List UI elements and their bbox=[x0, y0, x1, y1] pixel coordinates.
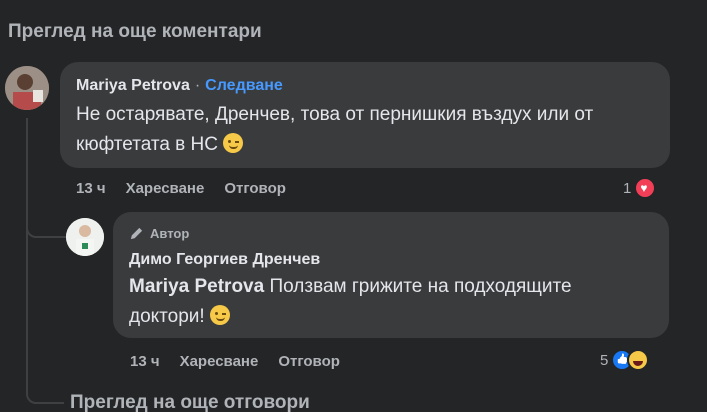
view-more-comments-link[interactable]: Преглед на още коментари bbox=[8, 21, 262, 43]
reply-text: Mariya Petrova Ползвам грижите на подход… bbox=[129, 276, 572, 327]
comment-timestamp[interactable]: 13 ч bbox=[76, 180, 106, 197]
follow-button[interactable]: Следване bbox=[205, 77, 283, 95]
reply-actions: 13 ч Харесване Отговор bbox=[130, 353, 340, 370]
like-button[interactable]: Харесване bbox=[180, 353, 259, 370]
reaction-summary[interactable]: 1 bbox=[623, 177, 657, 199]
heart-icon bbox=[634, 177, 657, 199]
avatar[interactable] bbox=[5, 66, 49, 110]
view-more-replies-link[interactable]: Преглед на още отговори bbox=[70, 392, 310, 412]
pencil-icon bbox=[130, 227, 143, 240]
reply-timestamp[interactable]: 13 ч bbox=[130, 353, 160, 370]
reply-bubble: Автор Димо Георгиев Дренчев Mariya Petro… bbox=[113, 212, 669, 338]
reaction-count: 1 bbox=[623, 179, 632, 197]
winking-face-icon bbox=[223, 133, 244, 153]
comment-actions: 13 ч Харесване Отговор bbox=[76, 180, 286, 197]
reply-author[interactable]: Димо Георгиев Дренчев bbox=[129, 251, 320, 269]
haha-icon bbox=[627, 349, 650, 371]
reply-button[interactable]: Отговор bbox=[224, 180, 286, 197]
reaction-count: 5 bbox=[600, 351, 609, 369]
reaction-summary[interactable]: 5 bbox=[600, 349, 650, 371]
winking-face-icon bbox=[209, 305, 230, 325]
comment-bubble: Mariya Petrova · Следване Не остарявате,… bbox=[60, 62, 670, 168]
comment-text: Не остарявате, Дренчев, това от пернишки… bbox=[76, 104, 594, 155]
thread-line bbox=[26, 118, 28, 390]
separator-dot: · bbox=[194, 77, 201, 94]
reply-button[interactable]: Отговор bbox=[278, 353, 340, 370]
avatar[interactable] bbox=[66, 218, 104, 256]
reply-connector bbox=[26, 212, 68, 238]
author-badge: Автор bbox=[129, 226, 189, 241]
more-replies-connector bbox=[26, 384, 64, 404]
mention-link[interactable]: Mariya Petrova bbox=[129, 276, 264, 297]
like-button[interactable]: Харесване bbox=[126, 180, 205, 197]
comment-author[interactable]: Mariya Petrova bbox=[76, 77, 190, 95]
